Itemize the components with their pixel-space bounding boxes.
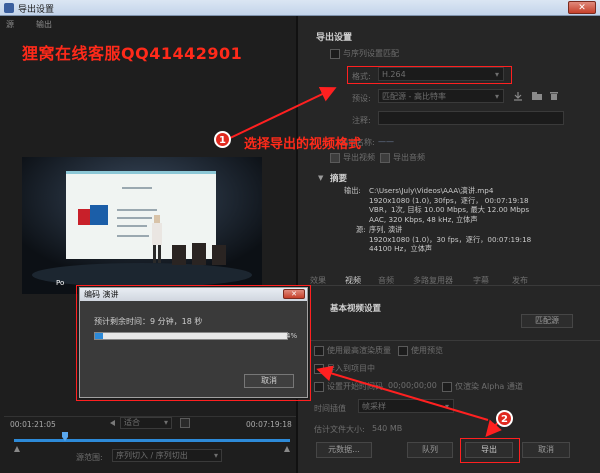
- step1-text: 选择导出的视频格式: [244, 137, 362, 152]
- step1-badge: 1: [214, 131, 231, 148]
- step2-badge: 2: [496, 410, 513, 427]
- step1-arrow: [227, 86, 337, 140]
- annotation-arrows: [227, 86, 502, 438]
- step2-arrow-dialog: [316, 365, 489, 421]
